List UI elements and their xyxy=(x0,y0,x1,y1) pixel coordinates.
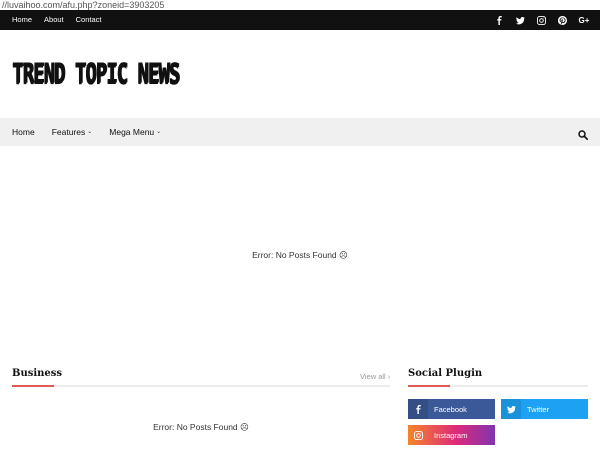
chevron-down-icon: ⌄ xyxy=(156,129,162,135)
instagram-icon[interactable] xyxy=(536,15,546,25)
business-section-title: Business xyxy=(12,368,63,379)
posts-error-message: Error: No Posts Found ☹ xyxy=(252,250,348,260)
nav-item-home[interactable]: Home xyxy=(12,118,35,146)
facebook-icon[interactable] xyxy=(494,15,504,25)
instagram-label: Instagram xyxy=(434,430,468,440)
accent-bar xyxy=(408,385,450,387)
view-all-link[interactable]: View all › xyxy=(360,372,390,381)
main-nav: Home Features ⌄ Mega Menu ⌄ xyxy=(0,118,600,146)
twitter-icon[interactable] xyxy=(515,15,525,25)
twitter-label: Twitter xyxy=(527,404,550,414)
accent-bar xyxy=(12,385,54,387)
top-link-about[interactable]: About xyxy=(44,10,64,30)
twitter-button[interactable]: Twitter xyxy=(501,399,588,419)
top-link-home[interactable]: Home xyxy=(12,10,32,30)
facebook-button[interactable]: Facebook xyxy=(408,399,495,419)
business-error-message: Error: No Posts Found ☹ xyxy=(153,422,249,432)
site-header: TREND TOPIC NEWS xyxy=(0,30,600,118)
top-links: Home About Contact xyxy=(12,10,101,30)
pinterest-icon[interactable] xyxy=(557,15,567,25)
nav-item-features[interactable]: Features ⌄ xyxy=(52,118,93,146)
social-plugin-title: Social Plugin xyxy=(408,368,483,379)
instagram-button[interactable]: Instagram xyxy=(408,425,495,445)
nav-item-label: Features xyxy=(51,127,86,137)
google-plus-icon[interactable]: G+ xyxy=(578,15,590,25)
top-link-contact[interactable]: Contact xyxy=(76,10,102,30)
facebook-icon xyxy=(408,399,428,419)
top-social-icons: G+ xyxy=(494,10,590,30)
site-logo[interactable]: TREND TOPIC NEWS xyxy=(12,58,180,90)
business-title-underline xyxy=(12,385,390,387)
nav-item-label: Mega Menu xyxy=(109,127,155,137)
twitter-icon xyxy=(501,399,521,419)
social-title-underline xyxy=(408,385,588,387)
instagram-icon xyxy=(408,425,428,445)
nav-item-label: Home xyxy=(12,127,35,137)
nav-menu: Home Features ⌄ Mega Menu ⌄ xyxy=(12,118,178,146)
url-text: //luvaihoo.com/afu.php?zoneid=3903205 xyxy=(2,0,165,10)
search-icon[interactable] xyxy=(578,127,589,141)
top-bar: Home About Contact G+ xyxy=(0,10,600,30)
nav-item-mega-menu[interactable]: Mega Menu ⌄ xyxy=(109,118,161,146)
chevron-down-icon: ⌄ xyxy=(87,129,93,135)
facebook-label: Facebook xyxy=(434,404,467,414)
